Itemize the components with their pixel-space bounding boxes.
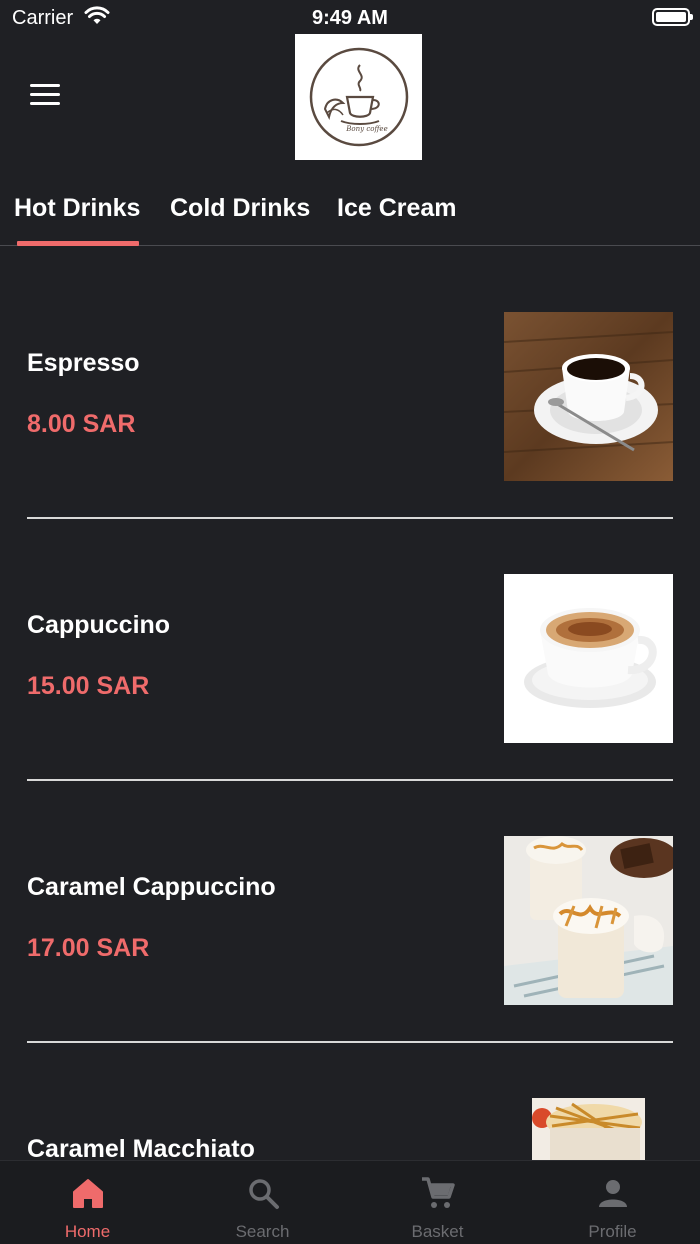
product-item-caramel-macchiato[interactable]: Caramel Macchiato xyxy=(27,1043,673,1160)
product-name: Cappuccino xyxy=(27,611,171,639)
search-icon xyxy=(248,1179,279,1209)
active-tab-indicator xyxy=(17,241,139,246)
nav-basket-label: Basket xyxy=(411,1222,464,1241)
product-price: 17.00 SAR xyxy=(27,934,150,962)
cappuccino-cup-photo xyxy=(504,574,673,743)
nav-profile-label: Profile xyxy=(588,1222,637,1241)
tab-ice-cream[interactable]: Ice Cream xyxy=(337,194,457,223)
battery-icon xyxy=(652,8,693,26)
product-name: Caramel Cappuccino xyxy=(27,873,276,901)
nav-search-label: Search xyxy=(235,1222,290,1241)
caramel-cappuccino-photo xyxy=(504,836,673,1005)
cart-icon xyxy=(421,1177,455,1208)
nav-home[interactable]: Home xyxy=(0,1161,175,1244)
nav-basket[interactable]: Basket xyxy=(350,1161,525,1244)
status-bar: Carrier 9:49 AM xyxy=(0,0,700,34)
coffee-cup-logo: Bony coffee xyxy=(309,47,408,147)
product-name: Caramel Macchiato xyxy=(27,1135,255,1160)
product-name: Espresso xyxy=(27,349,140,377)
tab-cold-drinks[interactable]: Cold Drinks xyxy=(170,194,310,223)
product-list: Espresso 8.00 SAR Cappuccino 15.00 SAR C… xyxy=(0,247,700,1160)
nav-profile[interactable]: Profile xyxy=(525,1161,700,1244)
menu-button[interactable] xyxy=(30,84,64,110)
product-item-espresso[interactable]: Espresso 8.00 SAR xyxy=(27,257,673,519)
person-icon xyxy=(598,1180,627,1207)
nav-home-label: Home xyxy=(64,1222,111,1241)
bottom-nav: Home Search Basket Profile xyxy=(0,1160,700,1244)
product-item-cappuccino[interactable]: Cappuccino 15.00 SAR xyxy=(27,519,673,781)
home-icon xyxy=(72,1179,103,1208)
clock: 9:49 AM xyxy=(312,7,388,29)
product-price: 15.00 SAR xyxy=(27,672,150,700)
hamburger-icon xyxy=(30,84,60,87)
logo: Bony coffee xyxy=(295,34,422,160)
espresso-cup-photo xyxy=(504,312,673,481)
nav-search[interactable]: Search xyxy=(175,1161,350,1244)
product-price: 8.00 SAR xyxy=(27,410,136,438)
category-tabs: Hot Drinks Cold Drinks Ice Cream xyxy=(0,184,700,246)
logo-text: Bony coffee xyxy=(345,125,387,133)
caramel-macchiato-photo xyxy=(532,1098,645,1160)
product-item-caramel-cappuccino[interactable]: Caramel Cappuccino 17.00 SAR xyxy=(27,781,673,1043)
tab-hot-drinks[interactable]: Hot Drinks xyxy=(14,194,140,223)
